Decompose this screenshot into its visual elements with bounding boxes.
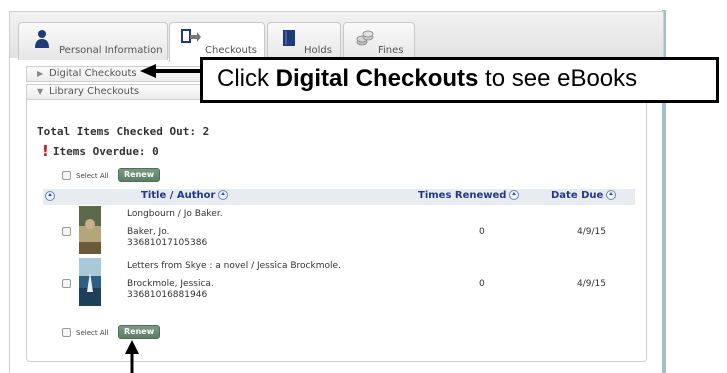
tab-fines[interactable]: Fines bbox=[343, 22, 415, 60]
tab-checkouts[interactable]: Checkouts bbox=[169, 22, 265, 62]
tab-label: Holds bbox=[304, 45, 332, 56]
digital-checkouts-label: Digital Checkouts bbox=[49, 68, 137, 79]
callout-bold: Digital Checkouts bbox=[275, 65, 479, 92]
item-author: Brockmole, Jessica. bbox=[127, 279, 214, 289]
tab-bar: Personal Information Checkouts Holds Fin… bbox=[9, 11, 664, 62]
expand-down-icon: ▼ bbox=[37, 87, 44, 96]
book-cover-letters-from-skye[interactable] bbox=[79, 258, 101, 306]
tab-label: Checkouts bbox=[205, 45, 257, 56]
column-date-due-label: Date Due bbox=[551, 190, 604, 201]
tab-label: Fines bbox=[378, 45, 404, 56]
item-date-due: 4/9/15 bbox=[577, 227, 606, 237]
sort-icon bbox=[218, 190, 229, 200]
item-title[interactable]: Letters from Skye : a novel / Jessica Br… bbox=[127, 261, 341, 271]
items-overdue: ! Items Overdue: 0 bbox=[42, 141, 159, 160]
tab-holds[interactable]: Holds bbox=[267, 22, 341, 60]
arrow-up-icon bbox=[125, 340, 139, 373]
library-checkouts-label: Library Checkouts bbox=[49, 86, 140, 97]
table-header: Title / Author Times Renewed Date Due bbox=[43, 189, 635, 205]
column-times-renewed-label: Times Renewed bbox=[418, 190, 507, 201]
checkouts-icon bbox=[181, 29, 201, 43]
column-times-renewed[interactable]: Times Renewed bbox=[418, 190, 520, 201]
renew-button-top[interactable]: Renew bbox=[118, 168, 161, 182]
coins-icon bbox=[356, 30, 374, 46]
column-title-author-label: Title / Author bbox=[141, 190, 216, 201]
alert-icon: ! bbox=[42, 142, 49, 160]
book-cover-longbourn[interactable] bbox=[79, 206, 101, 254]
callout-prefix: Click bbox=[217, 65, 276, 92]
sort-icon[interactable] bbox=[45, 191, 55, 201]
tab-personal-information[interactable]: Personal Information bbox=[18, 22, 168, 60]
item-date-due: 4/9/15 bbox=[577, 279, 606, 289]
renew-button-bottom[interactable]: Renew bbox=[118, 325, 161, 339]
items-overdue-text: Items Overdue: 0 bbox=[52, 145, 159, 158]
sort-icon bbox=[509, 190, 520, 200]
item-barcode: 33681016881946 bbox=[127, 290, 208, 300]
select-all-label-bottom: Select All bbox=[76, 329, 109, 337]
tab-label: Personal Information bbox=[59, 45, 163, 56]
item-checkbox[interactable] bbox=[62, 227, 71, 236]
person-icon bbox=[35, 30, 49, 48]
select-all-checkbox-bottom[interactable] bbox=[62, 328, 71, 337]
expand-right-icon: ▶ bbox=[37, 69, 44, 78]
sort-icon bbox=[606, 190, 617, 200]
item-title[interactable]: Longbourn / Jo Baker. bbox=[127, 209, 223, 219]
book-icon bbox=[283, 30, 295, 46]
arrow-left-icon bbox=[140, 64, 202, 78]
item-author: Baker, Jo. bbox=[127, 227, 170, 237]
column-title-author[interactable]: Title / Author bbox=[141, 190, 229, 201]
callout-suffix: to see eBooks bbox=[478, 65, 638, 92]
total-checked-out: Total Items Checked Out: 2 bbox=[37, 125, 210, 138]
column-date-due[interactable]: Date Due bbox=[551, 190, 617, 201]
library-checkouts-panel bbox=[26, 100, 647, 362]
item-barcode: 33681017105386 bbox=[127, 238, 208, 248]
item-checkbox[interactable] bbox=[62, 279, 71, 288]
item-times-renewed: 0 bbox=[479, 227, 485, 237]
instruction-callout: Click Digital Checkouts to see eBooks bbox=[200, 57, 719, 103]
item-times-renewed: 0 bbox=[479, 279, 485, 289]
select-all-checkbox-top[interactable] bbox=[62, 171, 71, 180]
select-all-label-top: Select All bbox=[76, 172, 109, 180]
